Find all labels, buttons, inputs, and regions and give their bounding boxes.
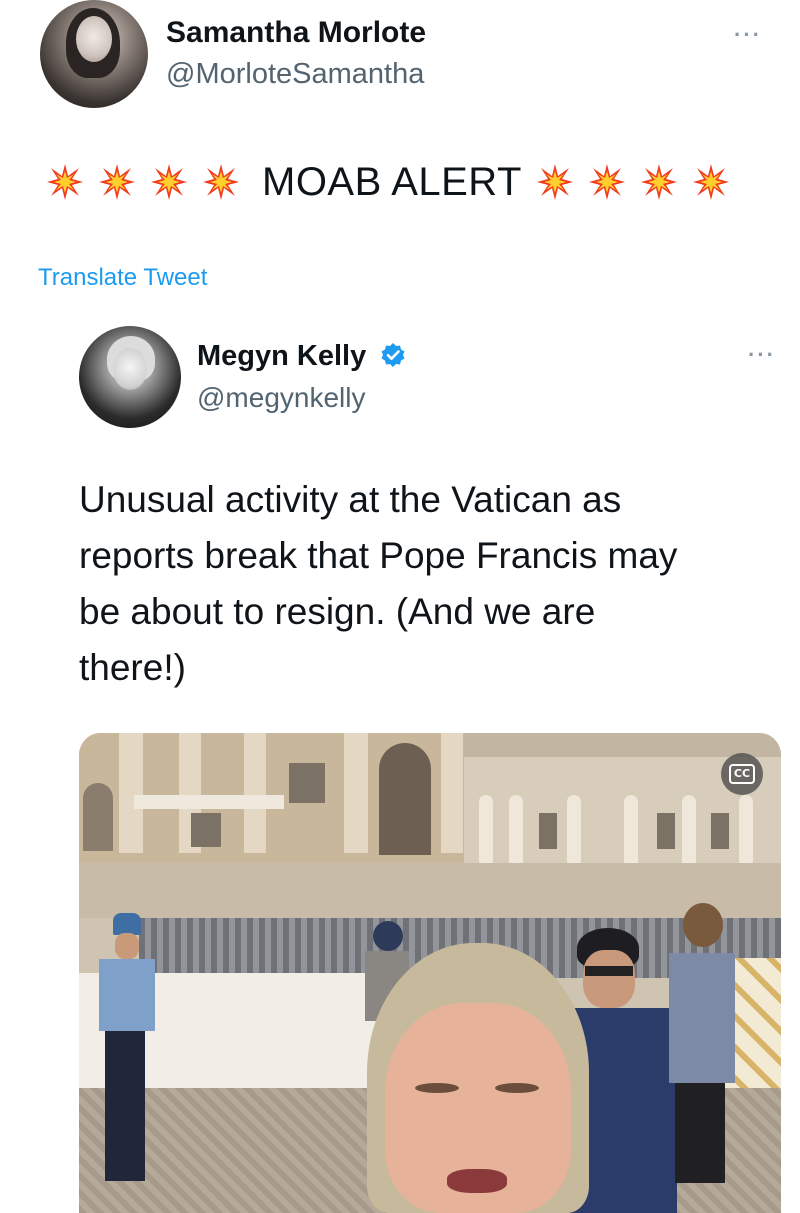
man-in-grey-shirt (659, 903, 739, 1213)
quoted-author-avatar[interactable] (79, 326, 181, 428)
colonnade-column (479, 795, 493, 869)
translate-tweet-link[interactable]: Translate Tweet (38, 264, 207, 292)
quoted-text-line: there!) (79, 647, 186, 688)
papal-canopy (134, 795, 284, 809)
tourist-in-blue (91, 913, 161, 1198)
quoted-tweet-text: Unusual activity at the Vatican as repor… (79, 472, 779, 696)
avatar-face (76, 16, 112, 62)
quoted-text-line: be about to resign. (And we are (79, 591, 596, 632)
collision-icon (150, 163, 188, 201)
facade-column (119, 733, 143, 853)
cc-label: CC (728, 764, 756, 784)
colonnade-column (509, 795, 523, 869)
colonnade-window (711, 813, 729, 849)
moab-alert-text: MOAB ALERT (262, 159, 522, 204)
quoted-more-options-button[interactable]: ··· (748, 342, 776, 368)
collision-icon (202, 163, 240, 201)
author-handle[interactable]: @MorloteSamantha (166, 58, 424, 91)
quoted-text-line: reports break that Pope Francis may (79, 535, 678, 576)
author-avatar[interactable] (40, 0, 148, 108)
author-name[interactable]: Samantha Morlote (166, 16, 426, 50)
colonnade-column (567, 795, 581, 869)
collision-icon (98, 163, 136, 201)
tweet-text: MOAB ALERT (46, 158, 744, 206)
facade-column (244, 733, 266, 853)
quoted-author-handle[interactable]: @megynkelly (197, 382, 365, 414)
facade-column (441, 733, 463, 853)
colonnade-column (682, 795, 696, 869)
basilica-doorway (379, 743, 431, 855)
collision-icon (588, 163, 626, 201)
colonnade-roof (464, 733, 781, 757)
avatar-face (113, 348, 147, 390)
woman-presenter (367, 943, 589, 1213)
quoted-video-player[interactable]: CC (79, 733, 781, 1213)
basilica-window (289, 763, 325, 803)
quoted-author-name[interactable]: Megyn Kelly (197, 340, 406, 373)
collision-icon (692, 163, 730, 201)
quoted-text-line: Unusual activity at the Vatican as (79, 479, 622, 520)
quoted-author-name-text: Megyn Kelly (197, 340, 367, 372)
collision-icon (46, 163, 84, 201)
colonnade-column (624, 795, 638, 869)
more-options-button[interactable]: ··· (734, 22, 762, 48)
basilica-doorway (83, 783, 113, 851)
colonnade-column (739, 795, 753, 869)
collision-icon (640, 163, 678, 201)
collision-icon (536, 163, 574, 201)
colonnade-window (539, 813, 557, 849)
facade-column (344, 733, 368, 853)
captions-button[interactable]: CC (721, 753, 763, 795)
colonnade-window (657, 813, 675, 849)
verified-badge-icon (380, 342, 406, 368)
basilica-window (191, 813, 221, 847)
